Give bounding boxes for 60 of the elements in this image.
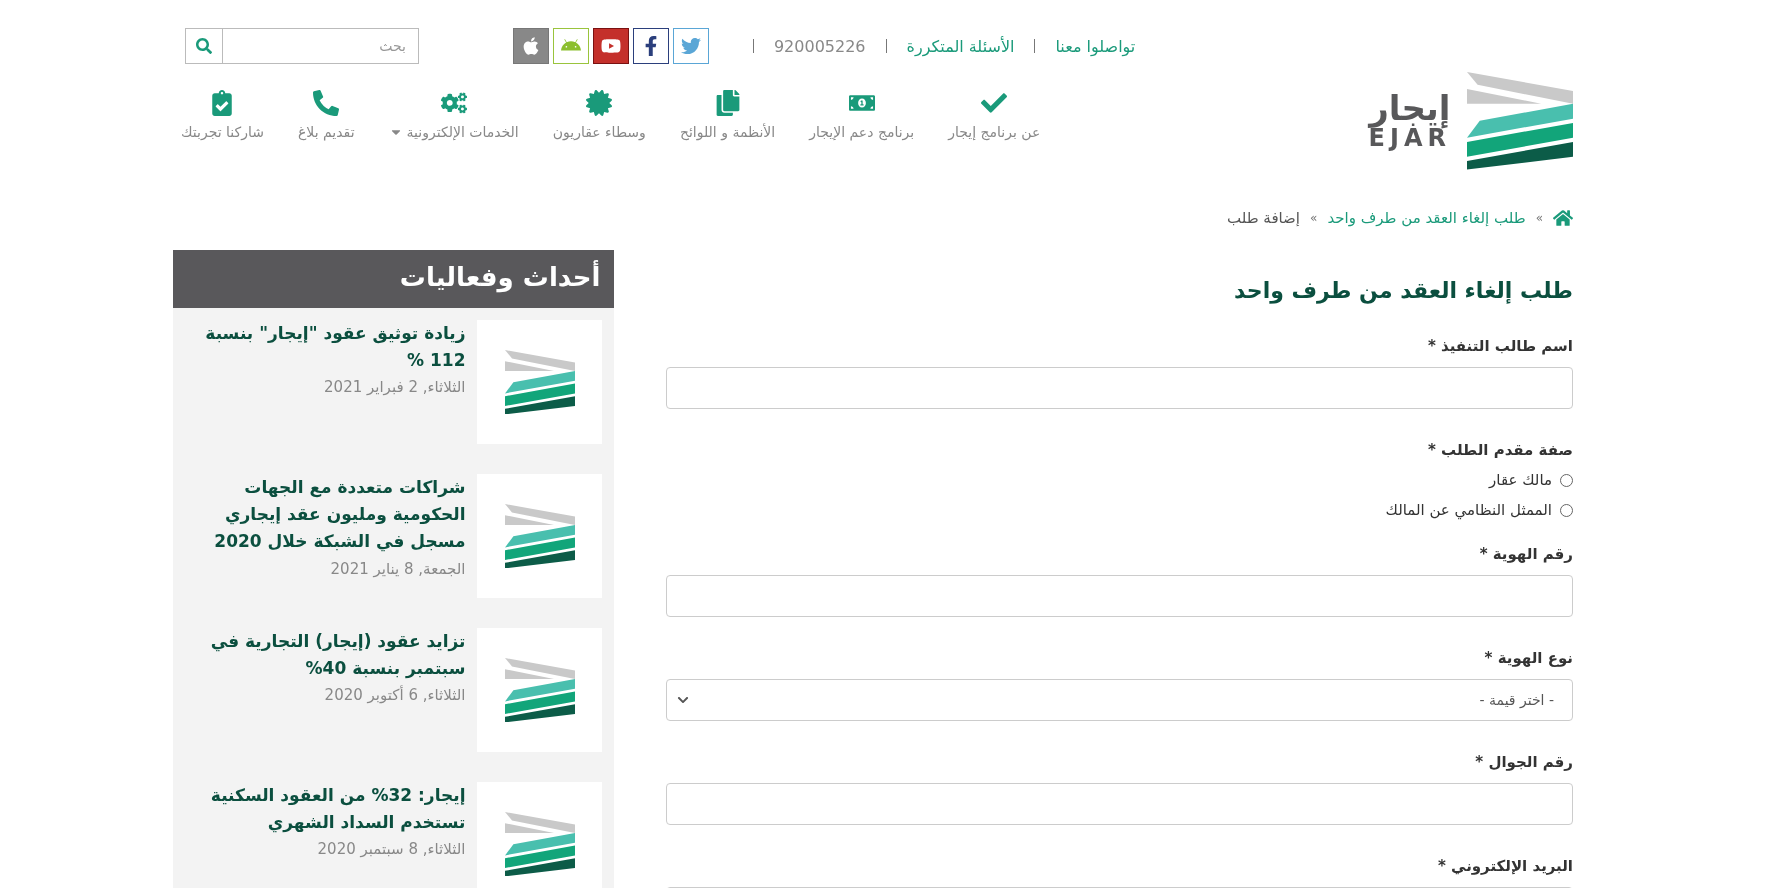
search-field[interactable]: بحث: [223, 28, 419, 64]
stripes-logo-icon: [505, 349, 575, 415]
event-title[interactable]: زيادة توثيق عقود "إيجار" بنسبة 112 %: [185, 320, 466, 375]
sidebar-title: أحداث وفعاليات: [173, 250, 615, 308]
radio-label: الممثل النظامي عن المالك: [1385, 501, 1552, 519]
input-field[interactable]: [666, 575, 1573, 617]
breadcrumb-separator: »: [1535, 211, 1543, 225]
phone-number[interactable]: 920005226: [767, 36, 872, 56]
chevron-icon: [677, 694, 690, 706]
field-label: رقم الجوال *: [1474, 753, 1573, 771]
image-placeholder[interactable]: [477, 782, 603, 888]
nav-item[interactable]: عن برنامج إيجار: [940, 90, 1049, 140]
image-placeholder[interactable]: [477, 320, 603, 444]
image-placeholder[interactable]: [477, 628, 603, 752]
search-icon: [196, 38, 212, 54]
event-title[interactable]: إيجار: 32% من العقود السكنية تستخدم السداد الشهري: [185, 782, 466, 837]
breadcrumb-separator: »: [1310, 211, 1318, 225]
header-link[interactable]: تواصلوا معنا: [1049, 36, 1142, 56]
image-placeholder[interactable]: [477, 474, 603, 598]
nav-item[interactable]: تقديم بلاغ: [289, 90, 363, 140]
nav-item[interactable]: شاركنا تجربتك: [173, 90, 272, 140]
event-title[interactable]: تزايد عقود (إيجار) التجارية في سبتمبر بنسبة 40%: [185, 628, 466, 683]
event-date: الجمعة, 8 يناير 2021: [329, 559, 466, 578]
input-field[interactable]: [666, 783, 1573, 825]
radio-button[interactable]: [1560, 503, 1573, 517]
event-title[interactable]: شراكات متعددة مع الجهات الحكومية ومليون عقد إيجاري مسجل في الشبكة خلال 2020: [185, 474, 466, 556]
field-label: رقم الهوية *: [1478, 545, 1573, 563]
event-date: الثلاثاء, 8 سبتمبر 2020: [316, 840, 466, 859]
field-label: صفة مقدم الطلب *: [1426, 441, 1573, 459]
nav-item[interactable]: وسطاء عقاريون: [544, 90, 654, 140]
gears-icon: [440, 90, 467, 116]
form-title: طلب إلغاء العقد من طرف واحد: [1233, 278, 1573, 303]
input-field[interactable]: [666, 367, 1573, 409]
stripes-logo-icon: [505, 503, 575, 569]
stripes-logo-icon: [505, 657, 575, 723]
breadcrumb-current: إضافة طلب: [1226, 209, 1301, 227]
radio-label: مالك عقار: [1489, 471, 1552, 489]
header-link[interactable]: الأسئلة المتكررة: [900, 36, 1021, 56]
facebook-icon[interactable]: [632, 28, 669, 64]
stripes-logo-icon: [505, 811, 575, 877]
search-button[interactable]: [185, 28, 223, 64]
field-label: البريد الإلكتروني *: [1436, 857, 1573, 875]
youtube-icon[interactable]: [592, 28, 629, 64]
stripes-logo-icon: [1467, 72, 1573, 170]
badge-icon: [586, 90, 613, 116]
home-icon[interactable]: [1553, 208, 1573, 228]
radio-button[interactable]: [1560, 473, 1573, 487]
select-field[interactable]: - اختر قيمة -: [666, 679, 1573, 721]
nav-item[interactable]: الأنظمة و اللوائح: [671, 90, 784, 140]
check-icon: [981, 90, 1008, 116]
apple-icon[interactable]: [512, 28, 549, 64]
nav-item[interactable]: الخدمات الإلكترونية: [380, 90, 527, 140]
phone-icon: [313, 90, 340, 116]
documents-icon: [714, 90, 741, 116]
nav-item[interactable]: برنامج دعم الإيجار: [801, 90, 923, 140]
event-date: الثلاثاء, 6 أكتوبر 2020: [323, 686, 466, 705]
field-label: اسم طالب التنفيذ *: [1426, 337, 1573, 355]
breadcrumb-link[interactable]: طلب إلغاء العقد من طرف واحد: [1327, 209, 1526, 227]
field-label: نوع الهوية *: [1483, 649, 1573, 667]
event-date: الثلاثاء, 2 فبراير 2021: [323, 378, 466, 397]
